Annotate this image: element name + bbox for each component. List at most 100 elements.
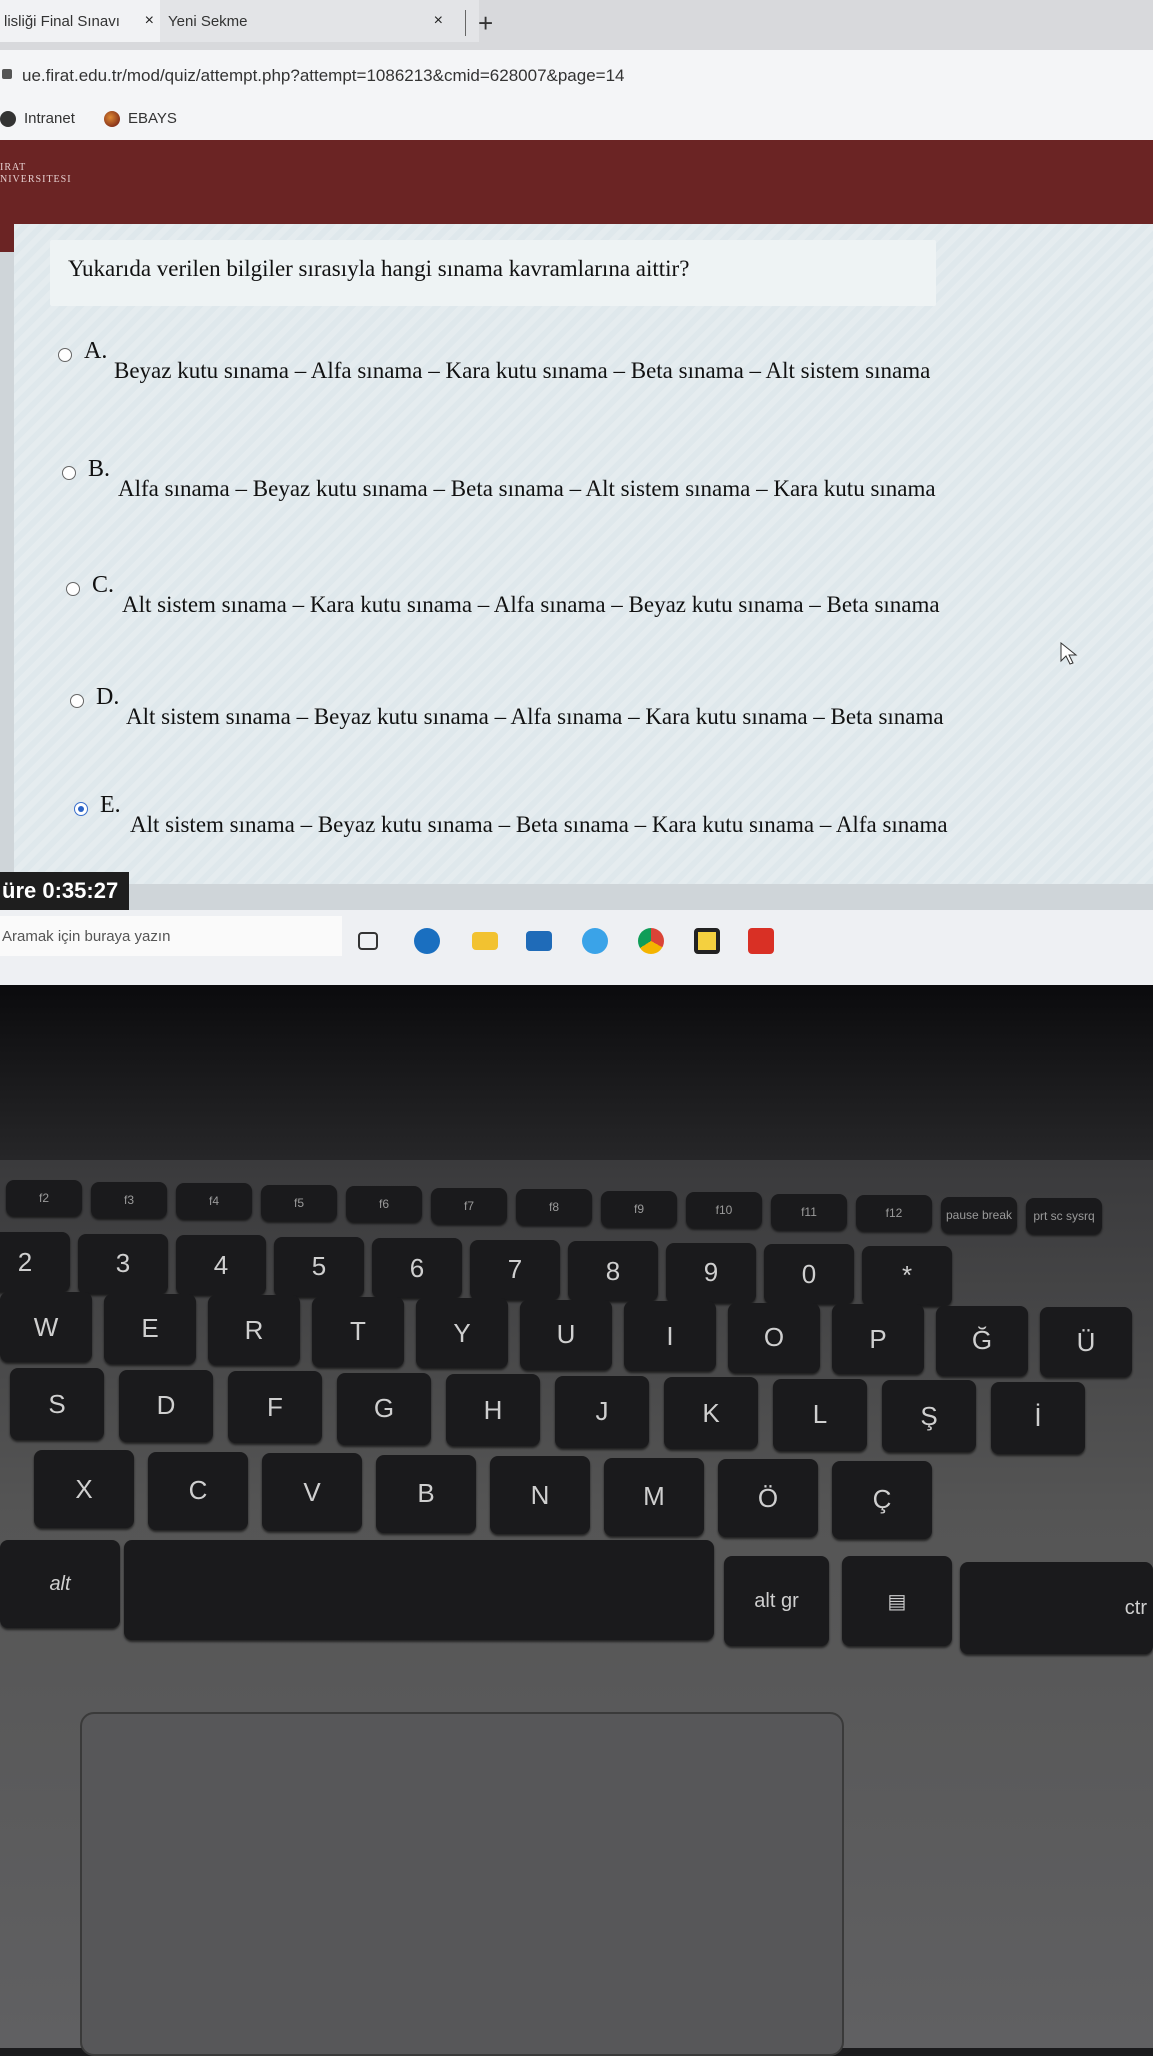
option-letter: A. [84, 338, 108, 364]
key-i̇[interactable]: İ [991, 1381, 1085, 1454]
ebays-icon [104, 110, 120, 127]
key-7[interactable]: 7 [470, 1239, 560, 1300]
key-l[interactable]: L [773, 1378, 867, 1451]
radio-button[interactable] [66, 582, 80, 596]
key-ç[interactable]: Ç [832, 1460, 932, 1539]
key-t[interactable]: T [312, 1296, 404, 1367]
tab-quiz-label: lisliği Final Sınavı [4, 12, 120, 30]
key-f9[interactable]: f9 [601, 1190, 677, 1227]
key-n[interactable]: N [490, 1456, 590, 1534]
key-v[interactable]: V [262, 1453, 362, 1531]
bookmark-intranet[interactable]: Intranet [0, 110, 75, 127]
key-4[interactable]: 4 [176, 1235, 266, 1295]
key-ğ[interactable]: Ğ [936, 1305, 1028, 1376]
key-f5[interactable]: f5 [261, 1184, 337, 1221]
key-9[interactable]: 9 [666, 1242, 756, 1303]
tab-divider [465, 10, 466, 36]
option-letter: B. [88, 456, 111, 482]
key-f2[interactable]: f2 [6, 1180, 82, 1216]
key-f7[interactable]: f7 [431, 1187, 507, 1224]
key-8[interactable]: 8 [568, 1241, 658, 1301]
key-o[interactable]: O [728, 1302, 820, 1373]
key-ş[interactable]: Ş [882, 1380, 976, 1452]
key-2[interactable]: 2 [0, 1232, 70, 1292]
option-letter: E. [100, 792, 121, 818]
task-view-icon[interactable] [358, 932, 378, 950]
option-text: Beyaz kutu sınama – Alfa sınama – Kara k… [114, 358, 931, 383]
key-d[interactable]: D [119, 1369, 213, 1442]
key-g[interactable]: G [337, 1372, 431, 1445]
close-icon[interactable]: × [434, 12, 443, 30]
key-*[interactable]: * [862, 1245, 952, 1306]
bookmark-ebays[interactable]: EBAYS [104, 110, 177, 127]
key-y[interactable]: Y [416, 1298, 508, 1368]
key-p[interactable]: P [832, 1304, 924, 1374]
taskbar-search-input[interactable]: Aramak için buraya yazın [0, 916, 342, 956]
key-x[interactable]: X [34, 1450, 134, 1528]
key-prt-sc-sysrq[interactable]: prt sc sysrq [1026, 1198, 1102, 1234]
tab-new[interactable]: Yeni Sekme × [160, 0, 479, 42]
tab-quiz[interactable]: lisliği Final Sınavı × [0, 0, 164, 42]
new-tab-button[interactable]: + [478, 8, 493, 38]
key-f3[interactable]: f3 [91, 1181, 167, 1218]
quiz-content [14, 224, 1153, 884]
bookmarks-bar: Intranet EBAYS [0, 98, 1153, 141]
ctrl-key[interactable]: ctr [960, 1562, 1153, 1654]
key-pause-break[interactable]: pause break [941, 1196, 1017, 1233]
key-0[interactable]: 0 [764, 1244, 854, 1304]
key-e[interactable]: E [104, 1293, 196, 1364]
key-ü[interactable]: Ü [1040, 1307, 1132, 1377]
laptop-bezel [0, 985, 1153, 1185]
key-f6[interactable]: f6 [346, 1186, 422, 1222]
sticky-icon[interactable] [694, 928, 720, 954]
ie-icon[interactable] [582, 928, 608, 954]
option-text: Alt sistem sınama – Beyaz kutu sınama – … [130, 812, 948, 837]
radio-button[interactable] [62, 466, 76, 480]
key-c[interactable]: C [148, 1451, 248, 1530]
alt-gr-key[interactable]: alt gr [724, 1556, 829, 1646]
key-ö[interactable]: Ö [718, 1459, 818, 1537]
key-s[interactable]: S [10, 1368, 104, 1440]
logo-line: NIVERSITESI [0, 174, 72, 185]
file-explorer-icon[interactable] [472, 932, 498, 950]
acrobat-icon[interactable] [748, 928, 774, 954]
question-text-box: Yukarıda verilen bilgiler sırasıyla hang… [50, 240, 936, 306]
radio-button[interactable] [70, 694, 84, 708]
key-f[interactable]: F [228, 1371, 322, 1443]
url-text[interactable]: ue.firat.edu.tr/mod/quiz/attempt.php?att… [22, 66, 625, 86]
chrome-icon[interactable] [638, 928, 664, 954]
address-bar[interactable]: ue.firat.edu.tr/mod/quiz/attempt.php?att… [0, 50, 1153, 99]
key-f8[interactable]: f8 [516, 1189, 592, 1225]
key-u[interactable]: U [520, 1299, 612, 1370]
key-f10[interactable]: f10 [686, 1192, 762, 1228]
key-6[interactable]: 6 [372, 1238, 462, 1298]
key-3[interactable]: 3 [78, 1233, 168, 1294]
radio-button-selected[interactable] [74, 802, 88, 816]
key-f4[interactable]: f4 [176, 1183, 252, 1219]
mail-icon[interactable] [526, 931, 552, 951]
key-b[interactable]: B [376, 1454, 476, 1533]
key-i[interactable]: I [624, 1301, 716, 1371]
key-m[interactable]: M [604, 1457, 704, 1536]
key-f12[interactable]: f12 [856, 1195, 932, 1231]
menu-key[interactable]: ▤ [842, 1556, 952, 1646]
space-key[interactable] [124, 1540, 714, 1640]
key-f11[interactable]: f11 [771, 1193, 847, 1230]
key-r[interactable]: R [208, 1295, 300, 1365]
university-logo[interactable]: IRAT NIVERSITESI [0, 162, 72, 186]
tab-new-label: Yeni Sekme [168, 12, 248, 30]
key-5[interactable]: 5 [274, 1236, 364, 1297]
logo-line: IRAT [0, 162, 27, 173]
question-text: Yukarıda verilen bilgiler sırasıyla hang… [68, 256, 690, 281]
key-h[interactable]: H [446, 1374, 540, 1446]
key-k[interactable]: K [664, 1377, 758, 1449]
radio-button[interactable] [58, 348, 72, 362]
touchpad[interactable] [80, 1712, 844, 2056]
mouse-cursor-icon [1060, 642, 1078, 665]
alt-key[interactable]: alt [0, 1540, 120, 1628]
lock-icon [2, 69, 12, 79]
key-w[interactable]: W [0, 1292, 92, 1362]
close-icon[interactable]: × [145, 12, 154, 30]
edge-icon[interactable] [414, 928, 440, 954]
key-j[interactable]: J [555, 1375, 649, 1448]
